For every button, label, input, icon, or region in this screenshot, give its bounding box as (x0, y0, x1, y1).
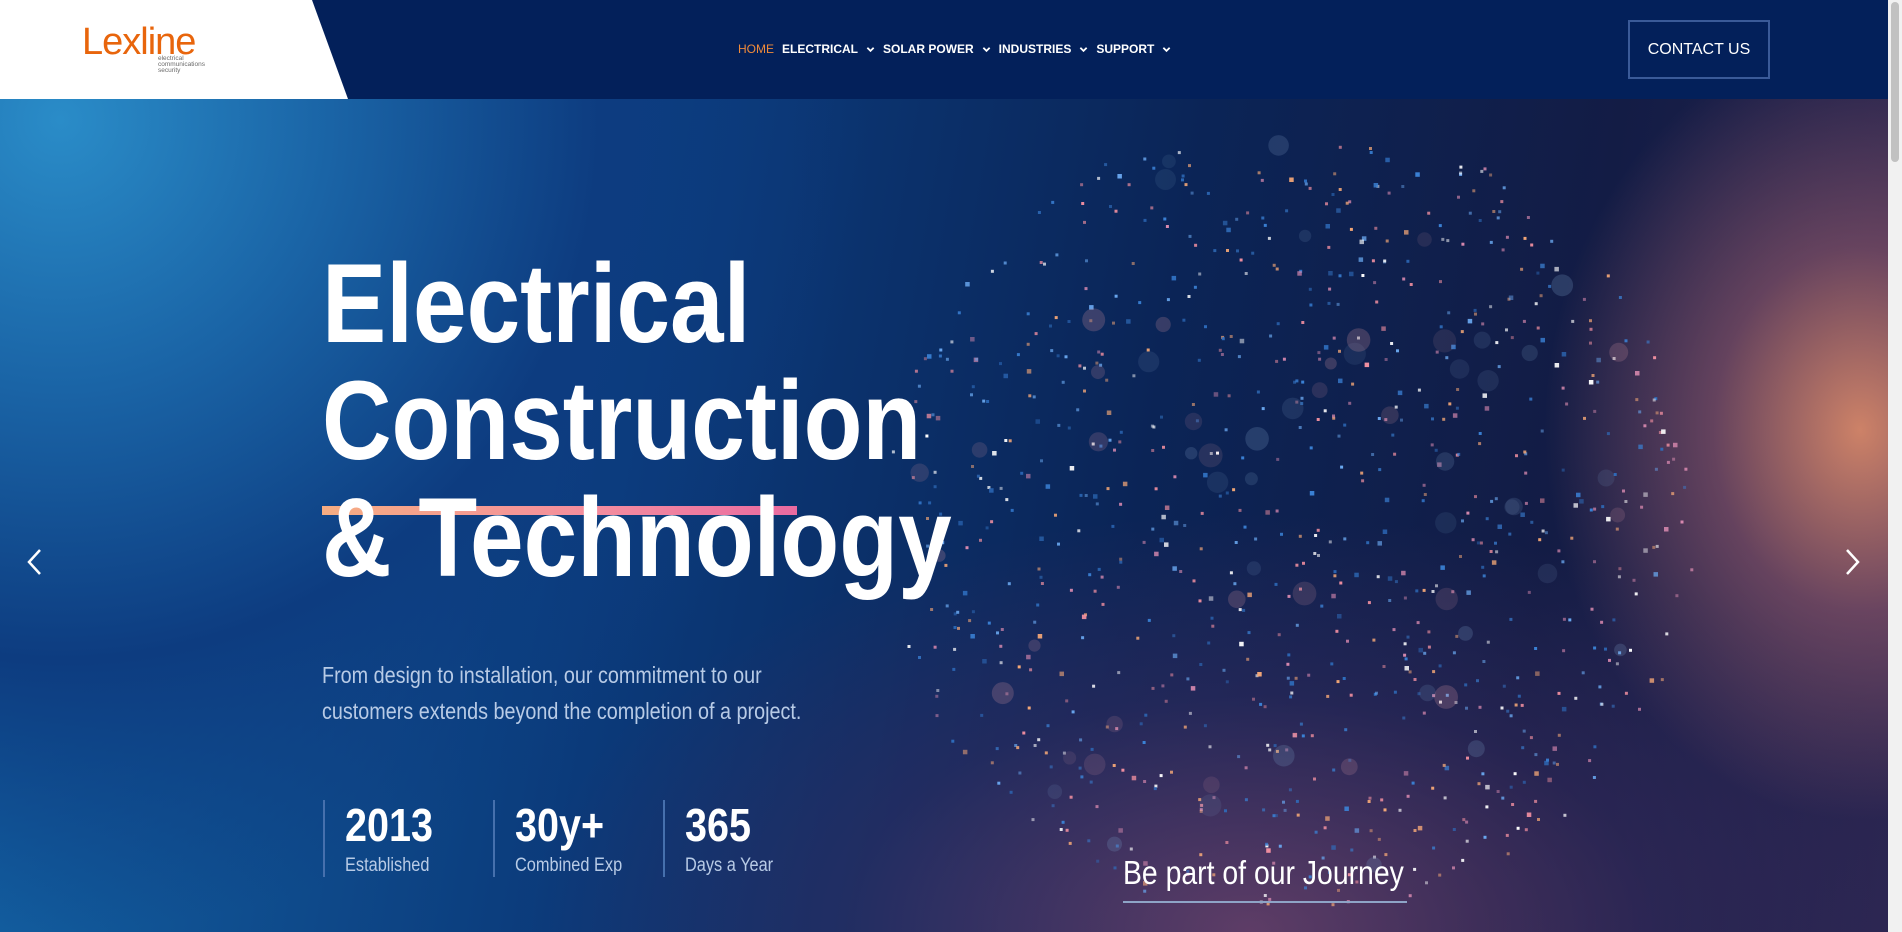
hero-description: From design to installation, our commitm… (322, 662, 802, 724)
stat-label: Combined Exp (515, 855, 623, 876)
chevron-down-icon (982, 46, 990, 52)
site-header: Lexline electrical communications securi… (0, 0, 1888, 99)
stat-value: 365 (685, 799, 752, 851)
logo-tagline: electrical communications security (158, 55, 228, 74)
hero-title-line: & Technology (322, 475, 952, 600)
stat-label: Days a Year (685, 855, 774, 876)
nav-item-label: ELECTRICAL (782, 42, 858, 56)
stat-value: 2013 (345, 799, 434, 851)
scrollbar-thumb[interactable] (1891, 2, 1899, 162)
page: Lexline electrical communications securi… (0, 0, 1902, 932)
logo-tagline-line: security (158, 67, 181, 74)
stat-label: Established (345, 855, 430, 876)
logo[interactable]: Lexline electrical communications securi… (82, 22, 222, 78)
nav-item-solar-power[interactable]: SOLAR POWER (883, 42, 991, 56)
stats-row: 2013 Established 30y+ Combined Exp 365 D… (323, 800, 833, 877)
nav-item-label: INDUSTRIES (998, 42, 1072, 56)
chevron-down-icon (1163, 46, 1171, 52)
nav-item-industries[interactable]: INDUSTRIES (999, 42, 1089, 56)
nav-item-support[interactable]: SUPPORT (1096, 42, 1171, 56)
logo-panel: Lexline electrical communications securi… (0, 0, 348, 99)
nav-item-label: HOME (738, 42, 774, 56)
hero-title-line: Construction (322, 358, 922, 483)
chevron-left-icon[interactable] (20, 545, 50, 579)
chevron-right-icon[interactable] (1837, 545, 1867, 579)
hero-title-line: Electrical (322, 241, 751, 366)
nav-item-label: SOLAR POWER (883, 42, 974, 56)
scrollbar[interactable] (1888, 0, 1902, 932)
stat-days-a-year: 365 Days a Year (663, 800, 833, 877)
hero-title: Electrical Construction & Technology (322, 245, 952, 596)
journey-link[interactable]: Be part of our Journey (1123, 853, 1404, 893)
journey-link-underline (1123, 901, 1407, 903)
nav-item-home[interactable]: HOME (738, 42, 774, 56)
stat-combined-exp: 30y+ Combined Exp (493, 800, 663, 877)
stat-value: 30y+ (515, 799, 605, 851)
chevron-down-icon (866, 46, 875, 52)
nav-item-label: SUPPORT (1096, 42, 1155, 56)
main-nav: HOME ELECTRICAL SOLAR POWER INDUSTRIES S… (738, 41, 1179, 57)
nav-item-electrical[interactable]: ELECTRICAL (782, 42, 875, 56)
chevron-down-icon (1080, 46, 1088, 52)
stat-established: 2013 Established (323, 800, 493, 877)
contact-us-button[interactable]: CONTACT US (1628, 20, 1770, 79)
